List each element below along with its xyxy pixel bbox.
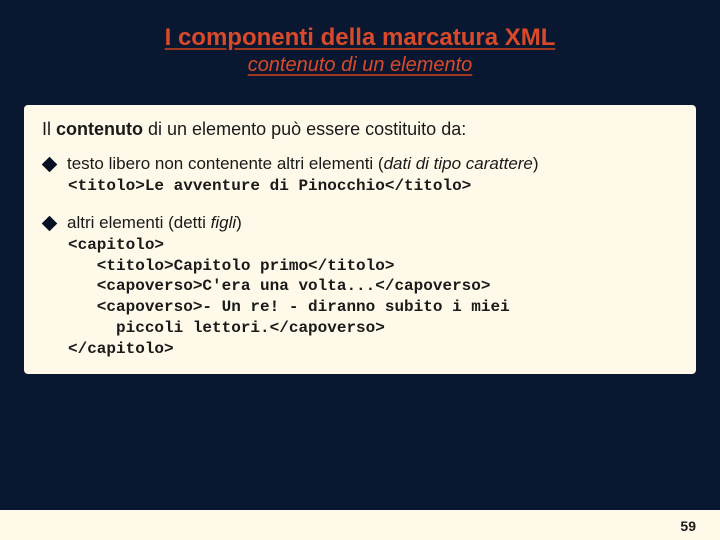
- slide: I componenti della marcatura XML contenu…: [0, 0, 720, 540]
- intro-text: Il contenuto di un elemento può essere c…: [42, 119, 678, 140]
- bullet-post: ): [236, 213, 242, 232]
- list-item: altri elementi (detti figli): [42, 213, 678, 233]
- intro-bold: contenuto: [56, 119, 143, 139]
- diamond-icon: [42, 157, 58, 173]
- slide-title: I componenti della marcatura XML: [24, 24, 696, 52]
- diamond-icon: [42, 216, 58, 232]
- bullet-italic: figli: [211, 213, 237, 232]
- bullet-italic: dati di tipo carattere: [384, 154, 533, 173]
- bullet-pre: altri elementi (detti: [67, 213, 211, 232]
- intro-post: di un elemento può essere costituito da:: [143, 119, 466, 139]
- slide-subtitle: contenuto di un elemento: [24, 54, 696, 77]
- bullet-text: testo libero non contenente altri elemen…: [67, 154, 539, 174]
- bullet-text: altri elementi (detti figli): [67, 213, 242, 233]
- footer-bar: 59: [0, 510, 720, 540]
- spacer: [42, 197, 678, 207]
- bullet-post: ): [533, 154, 539, 173]
- code-block: <capitolo> <titolo>Capitolo primo</titol…: [68, 235, 678, 360]
- page-number: 59: [680, 518, 696, 534]
- list-item: testo libero non contenente altri elemen…: [42, 154, 678, 174]
- intro-pre: Il: [42, 119, 56, 139]
- bullet-pre: testo libero non contenente altri elemen…: [67, 154, 384, 173]
- code-block: <titolo>Le avventure di Pinocchio</titol…: [68, 176, 678, 197]
- content-box: Il contenuto di un elemento può essere c…: [24, 105, 696, 374]
